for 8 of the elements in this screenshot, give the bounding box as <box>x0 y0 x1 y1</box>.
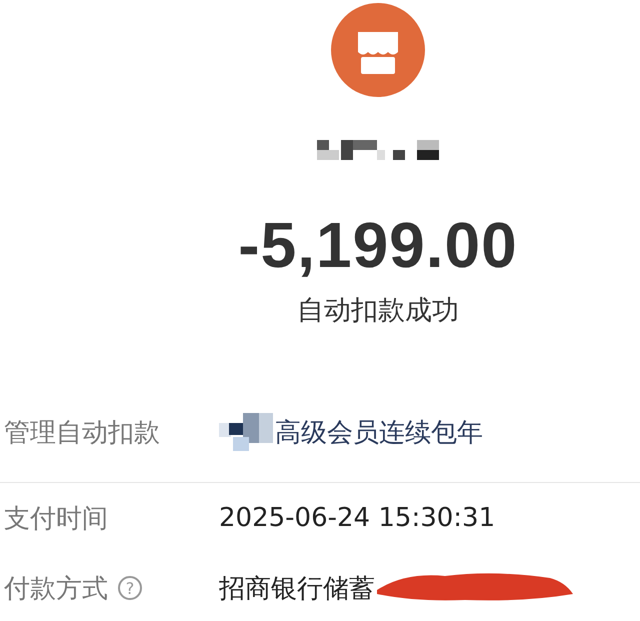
detail-value: 招商银行储蓄 <box>219 572 375 606</box>
detail-value: 2025-06-24 15:30:31 <box>219 503 496 533</box>
subscription-link[interactable]: 高级会员连续包年 <box>275 414 483 450</box>
detail-label: 管理自动扣款 <box>4 416 160 450</box>
detail-label: 支付时间 <box>4 502 108 536</box>
amount: -5,199.00 <box>238 208 518 282</box>
payment-status: 自动扣款成功 <box>297 294 459 328</box>
detail-label: 付款方式 <box>4 572 108 606</box>
